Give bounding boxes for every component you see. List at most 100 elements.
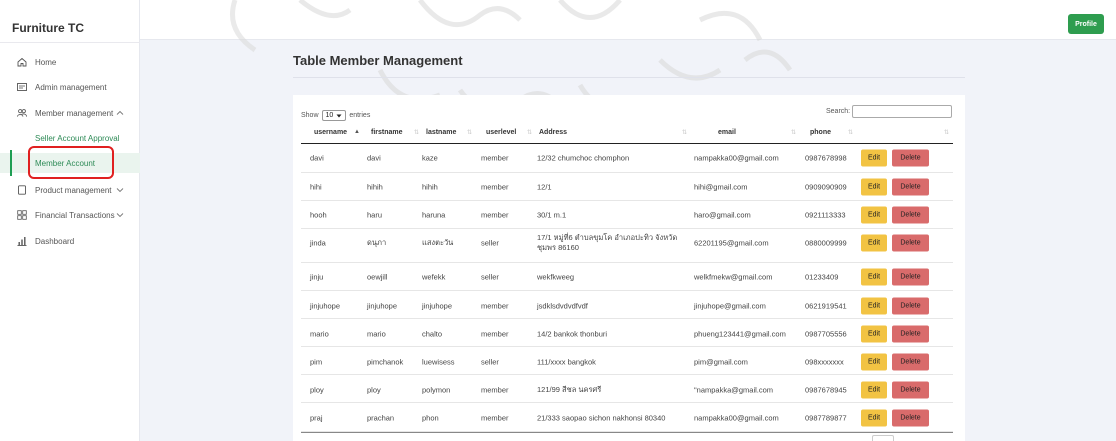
sort-icon: ⇅: [527, 130, 533, 136]
cell-firstname: ดนุภา: [367, 238, 387, 247]
sidebar-subitem-label: Seller Account Approval: [35, 133, 120, 143]
edit-button[interactable]: Edit: [861, 409, 887, 427]
cell-userlevel: seller: [481, 272, 499, 282]
delete-button[interactable]: Delete: [892, 268, 929, 286]
cell-lastname: hihih: [422, 182, 438, 192]
cell-username: mario: [310, 329, 329, 339]
column-header-username[interactable]: username: [314, 129, 347, 136]
cell-phone: 0987678998: [805, 153, 847, 163]
delete-button[interactable]: Delete: [892, 206, 929, 224]
edit-button[interactable]: Edit: [861, 381, 887, 399]
cell-username: pim: [310, 357, 323, 367]
users-icon: [17, 108, 27, 118]
cell-username: praj: [310, 413, 323, 423]
brand-logo: Furniture TC: [12, 21, 84, 35]
edit-button[interactable]: Edit: [861, 325, 887, 343]
cell-firstname: mario: [367, 329, 386, 339]
cell-lastname: luewisess: [422, 357, 455, 367]
cell-userlevel: member: [481, 385, 509, 395]
edit-button[interactable]: Edit: [861, 268, 887, 286]
edit-button[interactable]: Edit: [861, 206, 887, 224]
edit-button[interactable]: Edit: [861, 297, 887, 315]
column-header-email[interactable]: email: [718, 129, 736, 136]
column-header-phone[interactable]: phone: [810, 129, 831, 136]
sidebar-item-dashboard[interactable]: Dashboard: [0, 231, 140, 251]
table-row: [301, 319, 953, 347]
search-label: Search:: [826, 108, 851, 115]
cell-firstname: davi: [367, 153, 381, 163]
sidebar-item-financial-transactions[interactable]: Financial Transactions: [0, 205, 140, 225]
cell-email: phueng123441@gmail.com: [694, 329, 786, 339]
cell-lastname: chalto: [422, 329, 443, 339]
cell-lastname: phon: [422, 413, 439, 423]
cell-address: 14/2 bankok thonburi: [537, 329, 608, 339]
profile-button[interactable]: Profile: [1068, 14, 1104, 34]
cell-firstname: haru: [367, 210, 383, 220]
divider: [0, 42, 140, 43]
chevron-down-icon: [116, 186, 124, 194]
cell-phone: 01233409: [805, 272, 839, 282]
delete-button[interactable]: Delete: [892, 297, 929, 315]
cell-email: nampakka00@gmail.com: [694, 153, 779, 163]
grid-icon: [17, 210, 27, 220]
sidebar-item-label: Product management: [35, 185, 112, 195]
column-header-address[interactable]: Address: [539, 129, 567, 136]
active-indicator: [10, 150, 12, 176]
cell-firstname: oewjill: [367, 272, 388, 282]
entries-label: entries: [349, 112, 371, 119]
edit-button[interactable]: Edit: [861, 178, 887, 196]
cell-username: hooh: [310, 210, 327, 220]
cell-firstname: jinjuhope: [367, 301, 398, 311]
cell-phone: 0987789877: [805, 413, 847, 423]
sidebar-subitem-seller-account-approval[interactable]: Seller Account Approval: [0, 128, 140, 148]
delete-button[interactable]: Delete: [892, 325, 929, 343]
delete-button[interactable]: Delete: [892, 409, 929, 427]
cell-lastname: polymon: [422, 385, 451, 395]
edit-button[interactable]: Edit: [861, 149, 887, 167]
show-entries-control: Show 10 entries: [301, 110, 370, 121]
sidebar-item-label: Dashboard: [35, 236, 75, 246]
delete-button[interactable]: Delete: [892, 149, 929, 167]
app: Furniture TC Home Admin management Membe…: [0, 0, 1116, 441]
cell-userlevel: member: [481, 153, 509, 163]
entries-select[interactable]: 10: [321, 110, 347, 121]
delete-button[interactable]: Delete: [892, 178, 929, 196]
cell-lastname: haruna: [422, 210, 446, 220]
edit-button[interactable]: Edit: [861, 353, 887, 371]
table-row: [301, 201, 953, 229]
chevron-down-icon: [336, 113, 342, 119]
pagination-button[interactable]: [872, 435, 894, 441]
page-title: Table Member Management: [293, 53, 463, 68]
sort-icon: ⇅: [467, 130, 473, 136]
sidebar-item-home[interactable]: Home: [0, 52, 140, 72]
cell-lastname: wefekk: [422, 272, 446, 282]
cell-phone: 0621919541: [805, 301, 847, 311]
cell-phone: 0880009999: [805, 238, 847, 248]
edit-button[interactable]: Edit: [861, 234, 887, 252]
cell-address: wekfkweeg: [537, 272, 575, 282]
column-header-userlevel[interactable]: userlevel: [486, 129, 516, 136]
delete-button[interactable]: Delete: [892, 381, 929, 399]
search-input[interactable]: [852, 105, 953, 118]
chevron-up-icon: [116, 109, 124, 117]
cell-email: 62201195@gmail.com: [694, 238, 769, 248]
cell-userlevel: member: [481, 210, 509, 220]
sidebar-item-member-management[interactable]: Member management: [0, 103, 140, 123]
search-control: Search:: [826, 105, 953, 118]
cell-firstname: prachan: [367, 413, 395, 423]
sort-icon: ⇅: [682, 130, 688, 136]
cell-userlevel: member: [481, 301, 509, 311]
delete-button[interactable]: Delete: [892, 353, 929, 371]
cell-username: ploy: [310, 385, 324, 395]
column-header-lastname[interactable]: lastname: [426, 129, 456, 136]
column-header-firstname[interactable]: firstname: [371, 129, 403, 136]
cell-phone: 0987705556: [805, 329, 847, 339]
sidebar-item-admin-management[interactable]: Admin management: [0, 77, 140, 97]
sidebar-item-product-management[interactable]: Product management: [0, 180, 140, 200]
cell-email: jinjuhope@gmail.com: [694, 301, 766, 311]
chevron-down-icon: [116, 211, 124, 219]
home-icon: [17, 57, 27, 67]
sidebar-item-label: Financial Transactions: [35, 210, 115, 220]
delete-button[interactable]: Delete: [892, 234, 929, 252]
cell-email: nampakka00@gmail.com: [694, 413, 779, 423]
